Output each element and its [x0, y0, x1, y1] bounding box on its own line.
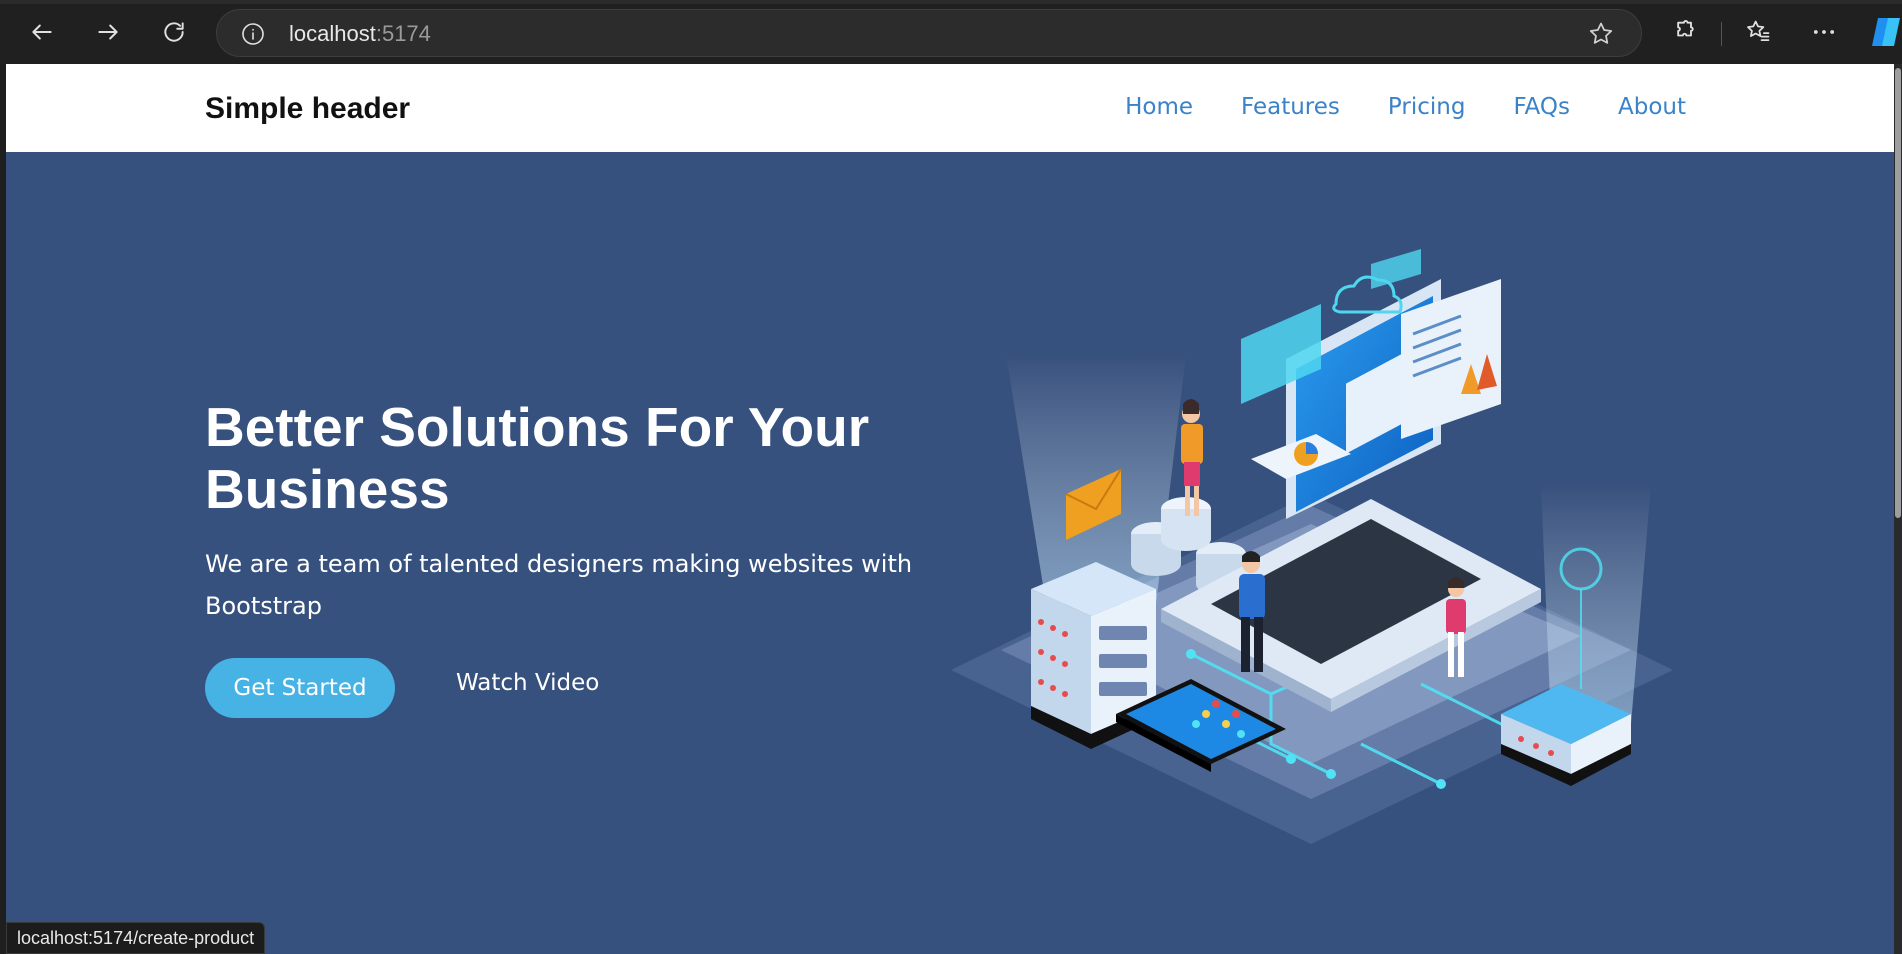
address-bar[interactable]: localhost:5174 — [216, 9, 1642, 57]
site-brand[interactable]: Simple header — [205, 92, 410, 126]
hero-subtitle: We are a team of talented designers maki… — [205, 550, 913, 620]
forward-button[interactable] — [88, 12, 128, 52]
watch-video-button[interactable]: Watch Video — [456, 670, 599, 696]
ellipsis-icon — [1813, 30, 1835, 34]
favorites-list-icon — [1747, 20, 1770, 42]
favorites-button[interactable] — [1740, 14, 1776, 50]
nav-link-faqs[interactable]: FAQs — [1513, 94, 1570, 120]
browser-toolbar: localhost:5174 — [0, 0, 1902, 64]
info-icon[interactable] — [241, 22, 265, 46]
site-header: Simple header Home Features Pricing FAQs… — [6, 64, 1894, 152]
back-button[interactable] — [22, 12, 62, 52]
nav-link-home[interactable]: Home — [1125, 94, 1193, 120]
more-options-button[interactable] — [1806, 14, 1842, 50]
arrow-right-icon — [98, 24, 118, 40]
reload-icon — [164, 22, 184, 42]
favorite-star-icon[interactable] — [1587, 20, 1615, 48]
nav-link-pricing[interactable]: Pricing — [1388, 94, 1466, 120]
url-host: localhost — [289, 21, 376, 46]
puzzle-icon — [1677, 20, 1694, 37]
hero-title: Better Solutions For Your Business — [205, 396, 870, 520]
copilot-icon[interactable] — [1870, 14, 1902, 50]
url-text[interactable]: localhost:5174 — [289, 21, 431, 47]
link-status-bar: localhost:5174/create-product — [6, 922, 266, 954]
hero-illustration — [951, 249, 1673, 844]
main-nav: Home Features Pricing FAQs About — [1125, 94, 1686, 120]
arrow-left-icon — [32, 24, 52, 40]
nav-link-features[interactable]: Features — [1241, 94, 1340, 120]
scrollbar-thumb[interactable] — [1895, 68, 1901, 518]
tab-strip-edge — [0, 0, 1902, 4]
page-scrollbar[interactable] — [1894, 64, 1902, 954]
url-port: :5174 — [375, 21, 431, 46]
extensions-button[interactable] — [1666, 14, 1702, 50]
nav-link-about[interactable]: About — [1618, 94, 1686, 120]
toolbar-divider — [1721, 22, 1722, 46]
reload-button[interactable] — [154, 12, 194, 52]
page-viewport: Simple header Home Features Pricing FAQs… — [6, 64, 1894, 954]
get-started-button[interactable]: Get Started — [205, 658, 395, 718]
